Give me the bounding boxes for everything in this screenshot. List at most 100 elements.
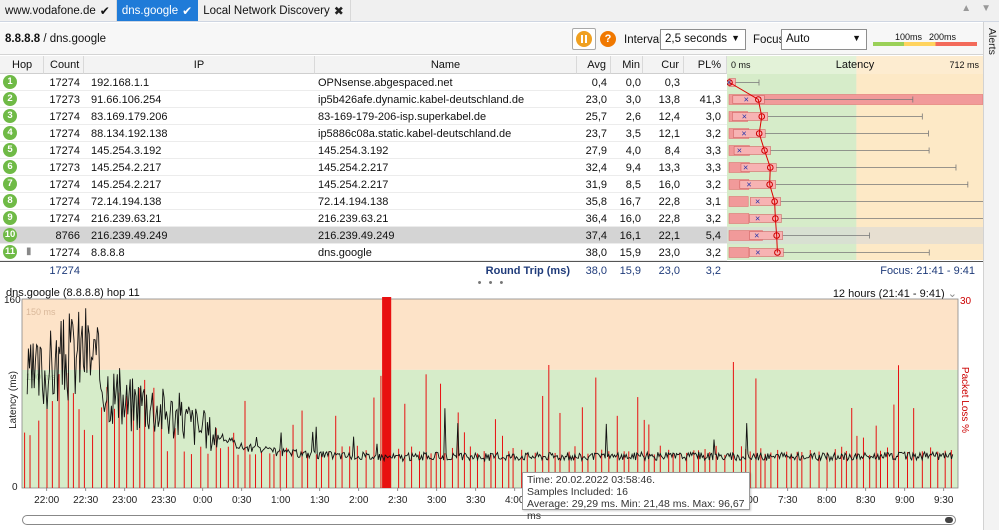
y2-axis-label: Packet Loss %: [959, 367, 970, 433]
col-count[interactable]: Count: [44, 56, 84, 74]
hop-number-badge: 3: [3, 109, 17, 123]
x-tick-label: 3:00: [427, 495, 447, 506]
latency-time-chart[interactable]: 150 ms 100 ms 160 0 30 Latency (ms) Packet Los…: [0, 285, 983, 511]
tab-local-network-discovery[interactable]: Local Network Discovery ✖: [198, 0, 351, 21]
scale-bar: [873, 42, 977, 46]
table-row[interactable]: 4 17274 88.134.192.138 ip5886c08a.static.ka…: [0, 125, 727, 142]
row-cur: 13,8: [658, 94, 680, 106]
row-avg: 36,4: [585, 213, 607, 225]
total-count: 17274: [49, 265, 80, 277]
current-latency-marker: ×: [727, 78, 732, 88]
table-row[interactable]: 9 17274 216.239.63.21 216.239.63.21 36,4 16,0…: [0, 210, 727, 227]
row-name: 72.14.194.138: [318, 196, 389, 208]
timeline-scrollbar[interactable]: [22, 515, 956, 525]
scrollbar-thumb[interactable]: [945, 517, 953, 523]
hop-number-badge: 5: [3, 143, 17, 157]
y-axis-label: Latency (ms): [8, 371, 19, 429]
table-row[interactable]: 3 17274 83.169.179.206 83-169-179-206-isp.s…: [0, 108, 727, 125]
row-name: OPNsense.abgespaced.net: [318, 77, 453, 89]
interval-value: 2,5 seconds: [665, 33, 728, 45]
chevron-down-icon: ▼: [852, 33, 861, 43]
check-icon: ✔: [99, 3, 110, 18]
tab-dns-google[interactable]: dns.google ✔: [116, 0, 199, 21]
col-pl[interactable]: PL%: [684, 56, 727, 74]
graph-icon[interactable]: ▮: [26, 246, 32, 257]
row-avg: 37,4: [585, 230, 607, 242]
hop-number-badge: 11: [3, 245, 17, 259]
row-cur: 23,0: [658, 247, 680, 259]
table-row[interactable]: 2 17273 91.66.106.254 ip5b426afe.dynamic.ka…: [0, 91, 727, 108]
row-min: 16,0: [619, 213, 641, 225]
col-avg[interactable]: Avg: [577, 56, 611, 74]
trace-table: Hop Count IP Name Avg Min Cur PL% 1 17274…: [0, 56, 983, 278]
latency-mini-graph: 0 ms Latency 712 ms×××××××××××: [727, 56, 983, 260]
focus-select[interactable]: Auto ▼: [781, 29, 867, 50]
help-icon[interactable]: ?: [600, 31, 616, 47]
table-row[interactable]: 7 17274 145.254.2.217 145.254.2.217 31,9 8,5 1…: [0, 176, 727, 193]
row-cur: 0,3: [664, 77, 680, 89]
chevron-down-icon: ▼: [731, 33, 740, 43]
latency-max-label: 712 ms: [949, 60, 979, 70]
row-ip: 72.14.194.138: [91, 196, 162, 208]
row-ip: 8.8.8.8: [91, 247, 125, 259]
scroll-down-icon[interactable]: ▼: [981, 3, 991, 14]
pause-button[interactable]: [572, 28, 596, 50]
x-tick-label: 1:30: [310, 495, 330, 506]
current-latency-marker: ×: [743, 163, 748, 173]
table-row[interactable]: 5 17274 145.254.3.192 145.254.3.192 27,9 4,0 8…: [0, 142, 727, 159]
current-latency-marker: ×: [755, 214, 760, 224]
col-name[interactable]: Name: [315, 56, 577, 74]
tooltip-stats: Average: 29,29 ms. Min: 21,48 ms. Max: 9…: [527, 498, 745, 522]
table-row[interactable]: 11 17274 8.8.8.8 dns.google 38,0 15,9 23,0 3,2 ▮: [0, 244, 727, 261]
row-name: 83-169-179-206-isp.superkabel.de: [318, 111, 487, 123]
hop-number-badge: 10: [3, 228, 17, 242]
row-pl: 3,2: [705, 179, 721, 191]
focus-label: Focus: [753, 34, 785, 46]
row-name: dns.google: [318, 247, 372, 259]
tab-label: Local Network Discovery: [203, 4, 330, 17]
x-tick-label: 0:30: [232, 495, 252, 506]
table-row[interactable]: 6 17273 145.254.2.217 145.254.2.217 32,4 9,4 1…: [0, 159, 727, 176]
col-min[interactable]: Min: [611, 56, 643, 74]
band-high-latency: [22, 299, 958, 370]
col-ip[interactable]: IP: [84, 56, 315, 74]
focus-value: Auto: [786, 33, 810, 45]
close-icon[interactable]: ✖: [334, 4, 344, 18]
x-tick-label: 0:00: [193, 495, 213, 506]
col-cur[interactable]: Cur: [643, 56, 684, 74]
current-latency-marker: ×: [741, 129, 746, 139]
target-name: dns.google: [49, 33, 107, 45]
row-name: 216.239.63.21: [318, 213, 389, 225]
tab-label: www.vodafone.de: [5, 4, 96, 17]
x-tick-label: 8:00: [817, 495, 837, 506]
table-row[interactable]: 1 17274 192.168.1.1 OPNsense.abgespaced.net…: [0, 74, 727, 91]
hop-number-badge: 9: [3, 211, 17, 225]
row-cur: 12,1: [658, 128, 680, 140]
round-trip-label: Round Trip (ms): [485, 265, 570, 277]
row-pl: 5,4: [705, 230, 721, 242]
row-min: 16,1: [619, 230, 641, 242]
target-separator: /: [40, 33, 50, 45]
row-avg: 0,4: [591, 77, 607, 89]
tab-vodafone[interactable]: www.vodafone.de ✔: [0, 0, 117, 21]
row-count: 17273: [49, 94, 80, 106]
tab-label: dns.google: [121, 4, 179, 17]
pause-icon: [576, 31, 592, 47]
x-tick-label: 22:00: [34, 495, 59, 506]
latency-header: Latency: [836, 59, 875, 71]
table-row[interactable]: 10 8766 216.239.49.249 216.239.49.249 37,4 16…: [0, 227, 727, 244]
interval-select[interactable]: 2,5 seconds ▼: [660, 29, 746, 50]
scale-100-label: 100ms: [895, 32, 923, 42]
row-ip: 192.168.1.1: [91, 77, 150, 89]
y2-axis-top: 30: [960, 296, 972, 307]
scroll-up-icon[interactable]: ▲: [961, 3, 971, 14]
row-ip: 145.254.3.192: [91, 145, 162, 157]
row-name: 216.239.49.249: [318, 230, 395, 242]
table-row[interactable]: 8 17274 72.14.194.138 72.14.194.138 35,8 16,7…: [0, 193, 727, 210]
row-count: 17274: [49, 111, 80, 123]
alerts-side-panel[interactable]: Alerts: [983, 22, 999, 530]
row-cur: 12,4: [658, 111, 680, 123]
row-count: 17274: [49, 145, 80, 157]
col-hop[interactable]: Hop: [0, 56, 44, 74]
row-avg: 38,0: [585, 247, 607, 259]
